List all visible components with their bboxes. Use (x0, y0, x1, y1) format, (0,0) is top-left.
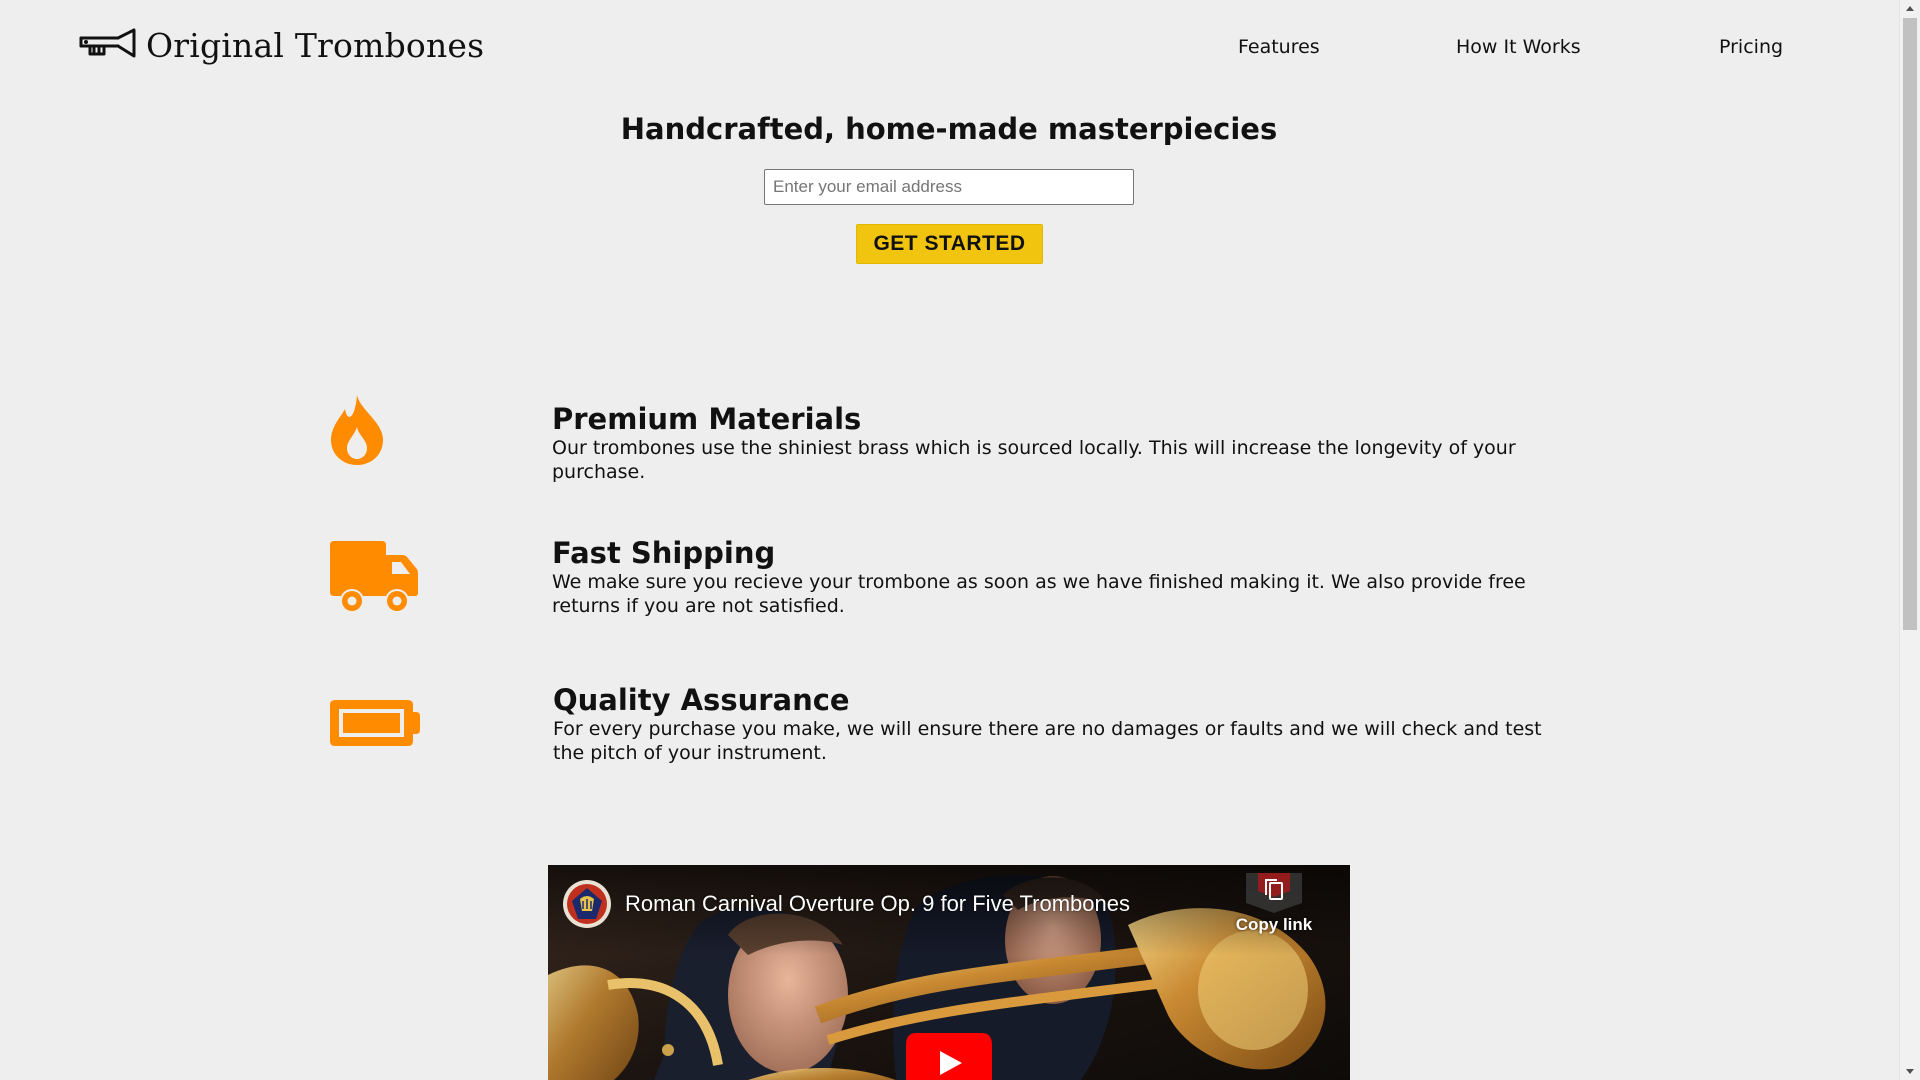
scroll-down-arrow-icon[interactable] (1900, 1063, 1920, 1080)
feature-description: Our trombones use the shiniest brass whi… (552, 437, 1516, 483)
feature-quality-assurance: Quality Assurance For every purchase you… (553, 683, 1553, 765)
feature-premium-materials: Premium Materials Our trombones use the … (552, 402, 1552, 484)
vertical-scrollbar[interactable] (1899, 0, 1920, 1080)
hero-title: Handcrafted, home-made masterpiecies (620, 112, 1278, 146)
copy-link-button[interactable]: Copy link (1234, 873, 1314, 935)
feature-title: Quality Assurance (553, 683, 850, 717)
brand[interactable]: Original Trombones (78, 22, 484, 68)
scrollbar-thumb[interactable] (1903, 18, 1917, 630)
channel-avatar[interactable] (562, 879, 612, 929)
nav-link-how-it-works[interactable]: How It Works (1456, 36, 1581, 58)
copy-icon (1246, 873, 1302, 913)
nav-link-pricing[interactable]: Pricing (1719, 36, 1783, 58)
video-embed[interactable]: Roman Carnival Overture Op. 9 for Five T… (548, 865, 1350, 1080)
feature-description: For every purchase you make, we will ens… (553, 718, 1542, 764)
feature-title: Premium Materials (552, 402, 862, 436)
email-input[interactable] (764, 169, 1134, 205)
brand-name: Original Trombones (146, 25, 485, 65)
video-title[interactable]: Roman Carnival Overture Op. 9 for Five T… (625, 891, 1130, 917)
feature-fast-shipping: Fast Shipping We make sure you recieve y… (552, 536, 1552, 618)
scroll-up-arrow-icon[interactable] (1900, 0, 1920, 17)
copy-link-label: Copy link (1235, 915, 1313, 934)
battery-icon (330, 700, 420, 746)
nav-link-features[interactable]: Features (1238, 36, 1320, 58)
feature-title: Fast Shipping (552, 536, 776, 570)
trombone-logo-icon (79, 28, 136, 58)
play-icon[interactable] (906, 1033, 992, 1080)
get-started-button[interactable]: GET STARTED (856, 224, 1043, 264)
feature-description: We make sure you recieve your trombone a… (552, 571, 1526, 617)
flame-icon (330, 394, 384, 466)
page: Original Trombones Features How It Works… (0, 0, 1920, 1080)
truck-icon (330, 541, 420, 613)
